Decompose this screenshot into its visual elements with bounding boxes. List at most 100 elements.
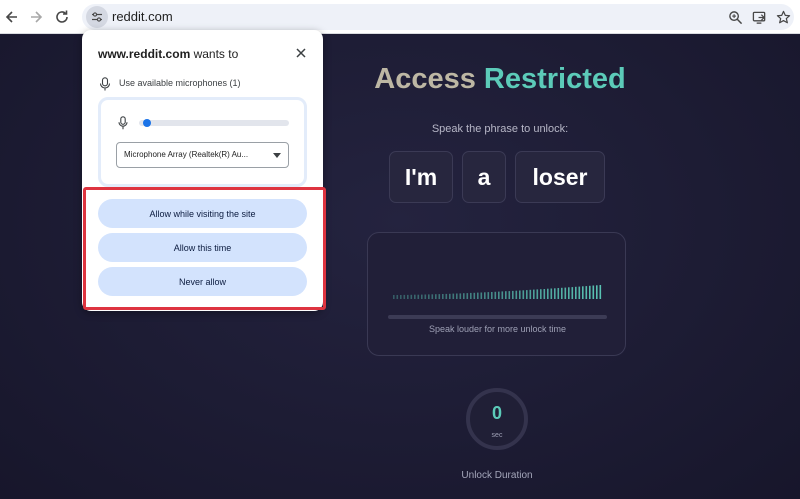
title-part-restricted: Restricted <box>475 63 626 95</box>
microphone-dropdown-value: Microphone Array (Realtek(R) Au... <box>124 150 249 159</box>
tune-icon <box>92 12 102 22</box>
voice-level-bar <box>449 293 451 299</box>
voice-level-bar <box>561 287 563 299</box>
voice-level-bar <box>515 290 518 299</box>
voice-level-bar <box>596 285 598 299</box>
popup-wants-to: wants to <box>190 47 239 61</box>
unlock-instruction: Speak the phrase to unlock: <box>431 123 569 135</box>
voice-level-bar <box>431 294 434 299</box>
voice-level-bar <box>501 291 504 299</box>
voice-level-bar <box>396 295 399 299</box>
microphone-dropdown[interactable]: Microphone Array (Realtek(R) Au... <box>116 142 289 168</box>
voice-level-bar <box>494 291 497 299</box>
voice-level-bar <box>529 289 532 299</box>
site-info-button[interactable] <box>86 6 108 28</box>
install-app-button[interactable] <box>750 8 768 26</box>
mic-level-track <box>139 120 289 126</box>
voice-level-bar <box>445 293 448 299</box>
voice-level-bar <box>393 295 395 299</box>
popup-site: www.reddit.com <box>98 47 191 61</box>
forward-button[interactable] <box>26 7 46 27</box>
page-title: Access Restricted <box>320 63 680 96</box>
voice-level-bar <box>491 292 493 299</box>
voice-level-bar <box>508 291 511 299</box>
voice-level-bar <box>477 292 479 299</box>
voice-level-bar <box>498 291 500 299</box>
voice-level-bar <box>589 285 591 299</box>
close-button[interactable] <box>292 44 310 62</box>
star-icon <box>776 10 790 23</box>
microphone-settings: Microphone Array (Realtek(R) Au... <box>98 97 307 187</box>
voice-level-bar <box>421 294 423 299</box>
voice-level-bar <box>550 288 553 299</box>
microphone-icon <box>99 77 111 91</box>
arrow-right-icon <box>31 11 43 23</box>
voice-level-bar <box>571 287 574 299</box>
timer-value: 0 <box>491 403 502 423</box>
voice-level-bar <box>428 294 430 299</box>
microphone-icon <box>118 116 128 130</box>
voice-level-bar <box>400 295 402 299</box>
voice-level-bar <box>575 286 577 299</box>
arrow-left-icon <box>5 11 17 23</box>
voice-level-bar <box>407 294 409 299</box>
voice-level-bar <box>417 294 420 299</box>
voice-level-bar <box>459 293 462 299</box>
voice-level-bar <box>463 293 465 299</box>
voice-level-bar <box>582 286 584 299</box>
unlock-duration-label: Unlock Duration <box>461 470 533 481</box>
voice-level-bar <box>599 285 602 299</box>
voice-level-bar <box>435 294 437 299</box>
title-part-access: Access <box>374 63 476 95</box>
voice-level-bar <box>512 290 514 299</box>
meter-hint: Speak louder for more unlock time <box>428 324 567 334</box>
voice-level-bar <box>410 294 413 299</box>
highlight-box <box>83 187 326 310</box>
voice-level-bar <box>540 289 542 299</box>
voice-level-bar <box>456 293 458 299</box>
voice-level-bar <box>554 288 556 299</box>
voice-level-bar <box>403 294 406 299</box>
voice-level-bar <box>522 290 525 299</box>
voice-level-bar <box>543 289 546 299</box>
bookmark-button[interactable] <box>774 8 792 26</box>
voice-level-bar <box>470 292 472 299</box>
voice-level-bar <box>438 294 441 299</box>
zoom-icon <box>728 10 742 24</box>
back-button[interactable] <box>2 7 22 27</box>
voice-level-bar <box>442 294 444 299</box>
voice-level-bar <box>547 288 549 299</box>
phrase-word: a <box>462 151 506 203</box>
voice-level-bar <box>466 293 469 299</box>
voice-level-bar <box>519 290 521 299</box>
phrase-word: I'm <box>389 151 453 203</box>
voice-level-bar <box>526 290 528 299</box>
voice-level-bar <box>424 294 427 299</box>
reload-button[interactable] <box>52 7 72 27</box>
voice-level-bar <box>557 288 560 299</box>
voice-level-bar <box>592 285 595 299</box>
voice-level-bar <box>533 289 535 299</box>
timer-unit: sec <box>491 432 503 439</box>
address-bar[interactable]: reddit.com <box>82 4 794 30</box>
reload-icon <box>56 10 68 23</box>
voice-level-bar <box>564 287 567 299</box>
voice-level-bar <box>480 292 483 299</box>
voice-level-bar <box>585 286 588 299</box>
url-text[interactable]: reddit.com <box>112 9 173 24</box>
browser-toolbar: reddit.com <box>0 0 800 34</box>
voice-meter-card: Speak louder for more unlock time <box>367 232 626 356</box>
popup-title: www.reddit.com wants to <box>98 47 238 61</box>
caret-down-icon <box>273 153 281 158</box>
phrase-word: loser <box>515 151 605 203</box>
voice-level-bar <box>484 292 486 299</box>
voice-level-bars <box>393 285 602 299</box>
install-app-icon <box>752 11 765 24</box>
permission-label: Use available microphones (1) <box>119 78 241 88</box>
voice-level-bar <box>568 287 570 299</box>
voice-level-bar <box>452 293 455 299</box>
close-icon <box>296 48 306 58</box>
voice-level-bar <box>414 294 416 299</box>
unlock-progress-track <box>388 315 607 319</box>
zoom-button[interactable] <box>726 8 744 26</box>
